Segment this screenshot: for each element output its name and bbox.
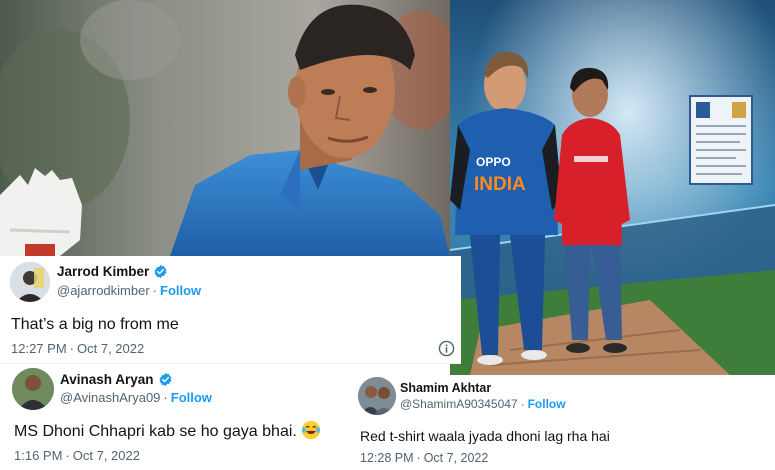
player-portrait-photo	[0, 0, 450, 256]
laughing-tears-emoji-icon	[301, 420, 321, 440]
author-row: Jarrod Kimber	[57, 264, 168, 279]
tweet-timestamp[interactable]: 12:27 PM · Oct 7, 2022	[11, 341, 144, 356]
info-icon[interactable]	[438, 340, 455, 357]
author-handle[interactable]: @ajarrodkimber	[57, 283, 150, 298]
separator-dot: ·	[416, 451, 421, 465]
tweet-card: Avinash Aryan @AvinashArya09 · Follow MS D…	[0, 364, 350, 470]
follow-button[interactable]: Follow	[171, 390, 212, 405]
author-name[interactable]: Shamim Akhtar	[400, 381, 491, 395]
avatar[interactable]	[358, 377, 396, 415]
separator-dot: ·	[69, 341, 74, 356]
follow-button[interactable]: Follow	[528, 397, 566, 411]
tweet-time: 12:28 PM	[360, 451, 414, 465]
tweet-text-row: MS Dhoni Chhapri kab se ho gaya bhai.	[14, 420, 321, 441]
tweet-date: Oct 7, 2022	[77, 341, 145, 356]
author-handle[interactable]: @ShamimA90345047	[400, 397, 518, 411]
author-row: Shamim Akhtar	[400, 381, 491, 395]
separator-dot: ·	[65, 448, 70, 463]
avatar[interactable]	[10, 262, 50, 302]
tweet-text: That’s a big no from me	[11, 316, 179, 333]
tweet-time: 1:16 PM	[14, 448, 63, 463]
tweet-card: Jarrod Kimber @ajarrodkimber · Follow That…	[0, 256, 461, 364]
verified-badge-icon	[154, 264, 167, 279]
tweet-card: Shamim Akhtar @ShamimA90345047 · Follow Re…	[352, 375, 775, 470]
tweet-time: 12:27 PM	[11, 341, 67, 356]
wax-statue-photo: OPPO INDIA	[450, 0, 775, 375]
separator-dot: ·	[163, 390, 168, 405]
avatar[interactable]	[12, 368, 54, 410]
author-name[interactable]: Avinash Aryan	[60, 372, 154, 387]
verified-badge-icon	[159, 372, 171, 387]
tweet-date: Oct 7, 2022	[423, 451, 489, 465]
follow-button[interactable]: Follow	[160, 283, 201, 298]
tweet-timestamp[interactable]: 12:28 PM · Oct 7, 2022	[360, 451, 488, 465]
author-name[interactable]: Jarrod Kimber	[57, 264, 149, 279]
handle-row: @ShamimA90345047 · Follow	[400, 397, 566, 411]
author-row: Avinash Aryan	[60, 372, 173, 387]
handle-row: @ajarrodkimber · Follow	[57, 283, 201, 298]
handle-row: @AvinashArya09 · Follow	[60, 390, 212, 405]
jersey-sponsor: OPPO	[476, 155, 511, 169]
separator-dot: ·	[520, 397, 525, 411]
separator-dot: ·	[152, 283, 158, 298]
jersey-text: INDIA	[474, 174, 526, 195]
author-handle[interactable]: @AvinashArya09	[60, 390, 160, 405]
tweet-text: MS Dhoni Chhapri kab se ho gaya bhai.	[14, 423, 297, 440]
tweet-timestamp[interactable]: 1:16 PM · Oct 7, 2022	[14, 448, 140, 463]
tweet-text: Red t-shirt waala jyada dhoni lag rha ha…	[360, 428, 610, 444]
tweet-date: Oct 7, 2022	[72, 448, 140, 463]
